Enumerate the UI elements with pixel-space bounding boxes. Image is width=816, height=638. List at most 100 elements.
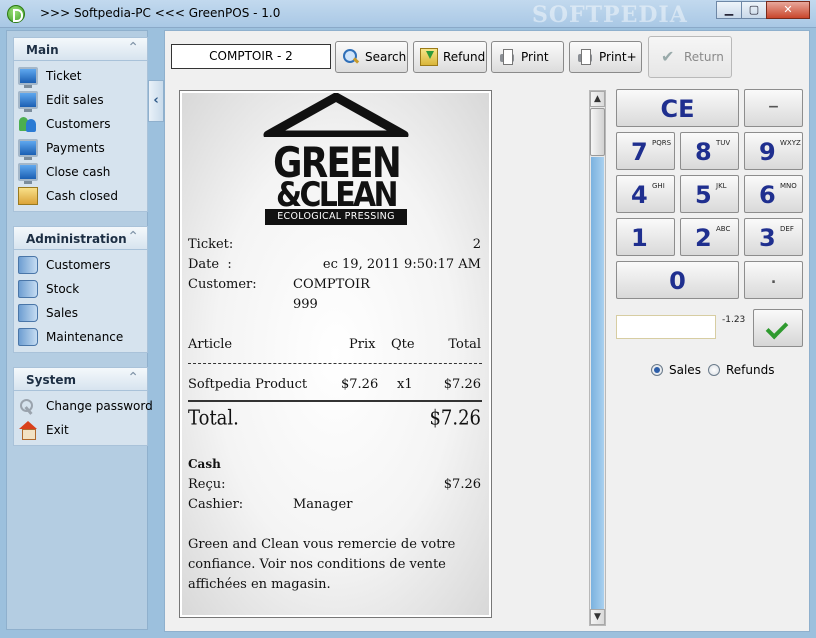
sidebar-item-close-cash[interactable]: Close cash <box>14 161 147 185</box>
key-digit: 3 <box>759 224 776 252</box>
chevron-up-icon[interactable]: ⌃ <box>127 40 139 56</box>
monitor-icon <box>18 139 38 160</box>
logo-tagline: ECOLOGICAL PRESSING <box>265 209 407 225</box>
key-icon <box>18 397 38 415</box>
print-button[interactable]: Print <box>491 41 564 73</box>
key-9[interactable]: 9 WXYZ <box>744 132 803 170</box>
key-5[interactable]: 5 JKL <box>680 175 739 213</box>
receipt-total-divider <box>188 400 482 402</box>
cashier-label: Cashier: <box>188 497 244 512</box>
header-article: Article <box>188 337 233 352</box>
ticket-id-field[interactable]: COMPTOIR - 2 <box>171 44 331 69</box>
confirm-button[interactable] <box>753 309 803 347</box>
key-digit: 5 <box>695 181 712 209</box>
key-2[interactable]: 2 ABC <box>680 218 739 256</box>
receipt-preview: GREEN &CLEAN ECOLOGICAL PRESSING Ticket:… <box>179 90 492 618</box>
nav-header-label: System <box>26 373 76 387</box>
sidebar-item-maintenance[interactable]: Maintenance <box>14 326 147 350</box>
key-4[interactable]: 4 GHI <box>616 175 675 213</box>
scroll-up-icon[interactable]: ▲ <box>590 91 605 107</box>
sidebar-item-edit-sales[interactable]: Edit sales <box>14 89 147 113</box>
recu-label: Reçu: <box>188 477 226 492</box>
nav-header-main[interactable]: Main ⌃ <box>13 37 148 61</box>
close-button[interactable]: ✕ <box>766 1 810 19</box>
date-value: ec 19, 2011 9:50:17 AM <box>322 257 481 272</box>
sales-radio[interactable]: Sales <box>651 363 701 377</box>
nav-header-system[interactable]: System ⌃ <box>13 367 148 391</box>
key-letters: JKL <box>716 182 727 190</box>
sidebar-item-cash-closed[interactable]: Cash closed <box>14 185 147 209</box>
scroll-thumb[interactable] <box>590 108 605 156</box>
scroll-track[interactable] <box>591 157 604 609</box>
refunds-radio[interactable]: Refunds <box>708 363 775 377</box>
printer-icon <box>576 48 594 66</box>
key-label: − <box>767 99 780 115</box>
logo-text-clean: &CLEAN <box>276 175 399 215</box>
chevron-up-icon[interactable]: ⌃ <box>127 370 139 386</box>
key-digit: 6 <box>759 181 776 209</box>
nav-group-main: Main ⌃ Ticket Edit sales Customers Payme… <box>13 37 148 212</box>
item-qte: x1 <box>397 377 413 392</box>
sidebar-item-sales[interactable]: Sales <box>14 302 147 326</box>
sidebar-item-change-password[interactable]: Change password <box>14 395 153 419</box>
item-article: Softpedia Product <box>188 377 308 392</box>
key-3[interactable]: 3 DEF <box>744 218 803 256</box>
return-button[interactable]: ✔ Return <box>648 36 732 78</box>
amount-input[interactable] <box>616 315 716 339</box>
print-plus-button-label: Print+ <box>599 50 637 64</box>
book-icon <box>18 328 38 346</box>
footer-line: confiance. Voir nos conditions de vente <box>188 557 446 572</box>
print-plus-button[interactable]: Print+ <box>569 41 642 73</box>
sidebar-item-ticket[interactable]: Ticket <box>14 65 147 89</box>
print-button-label: Print <box>521 50 549 64</box>
key-7[interactable]: 7 PQRS <box>616 132 675 170</box>
header-total: Total <box>448 337 481 352</box>
recu-value: $7.26 <box>443 477 481 492</box>
refund-button[interactable]: Refund <box>413 41 487 73</box>
ticket-value: 2 <box>472 237 481 252</box>
chevron-up-icon[interactable]: ⌃ <box>127 229 139 245</box>
sidebar-item-stock[interactable]: Stock <box>14 278 147 302</box>
item-total: $7.26 <box>443 377 481 392</box>
cashier-value: Manager <box>293 497 353 512</box>
customer-name: COMPTOIR <box>293 277 370 292</box>
title-bar: >>> Softpedia-PC <<< GreenPOS - 1.0 SOFT… <box>0 0 816 28</box>
key-6[interactable]: 6 MNO <box>744 175 803 213</box>
minimize-button[interactable]: ▁ <box>716 1 742 19</box>
key-letters: WXYZ <box>780 139 801 147</box>
key-digit: 1 <box>631 224 648 252</box>
receipt-scrollbar[interactable]: ▲ ▼ <box>589 90 606 626</box>
return-button-label: Return <box>684 50 724 64</box>
key-digit: 0 <box>669 267 686 295</box>
minus-button[interactable]: − <box>744 89 803 127</box>
radio-unselected-icon[interactable] <box>708 364 720 376</box>
sidebar-item-customers[interactable]: Customers <box>14 113 147 137</box>
sidebar-item-exit[interactable]: Exit <box>14 419 147 443</box>
home-icon <box>18 421 38 440</box>
search-button[interactable]: Search <box>335 41 408 73</box>
nav-header-administration[interactable]: Administration ⌃ <box>13 226 148 250</box>
nav-group-administration: Administration ⌃ Customers Stock Sales M… <box>13 226 148 353</box>
clear-entry-button[interactable]: CE <box>616 89 739 127</box>
key-8[interactable]: 8 TUV <box>680 132 739 170</box>
date-label: Date : <box>188 257 232 272</box>
scroll-down-icon[interactable]: ▼ <box>590 609 605 625</box>
sidebar-item-label: Exit <box>46 423 69 437</box>
sidebar-item-admin-customers[interactable]: Customers <box>14 254 147 278</box>
nav-header-label: Main <box>26 43 59 57</box>
key-1[interactable]: 1 <box>616 218 675 256</box>
total-label: Total. <box>188 406 239 431</box>
monitor-icon <box>18 163 38 184</box>
users-icon <box>18 115 38 133</box>
sidebar-collapse-button[interactable]: ‹ <box>148 80 164 122</box>
sidebar-item-payments[interactable]: Payments <box>14 137 147 161</box>
book-icon <box>18 304 38 322</box>
amount-side-label: -1.23 <box>722 315 746 325</box>
maximize-button[interactable]: ▢ <box>741 1 767 19</box>
footer-line: affichées en magasin. <box>188 577 331 592</box>
key-dot[interactable]: . <box>744 261 803 299</box>
key-0[interactable]: 0 <box>616 261 739 299</box>
receipt-paper: GREEN &CLEAN ECOLOGICAL PRESSING Ticket:… <box>182 93 489 615</box>
sidebar-item-label: Maintenance <box>46 330 124 344</box>
radio-selected-icon[interactable] <box>651 364 663 376</box>
